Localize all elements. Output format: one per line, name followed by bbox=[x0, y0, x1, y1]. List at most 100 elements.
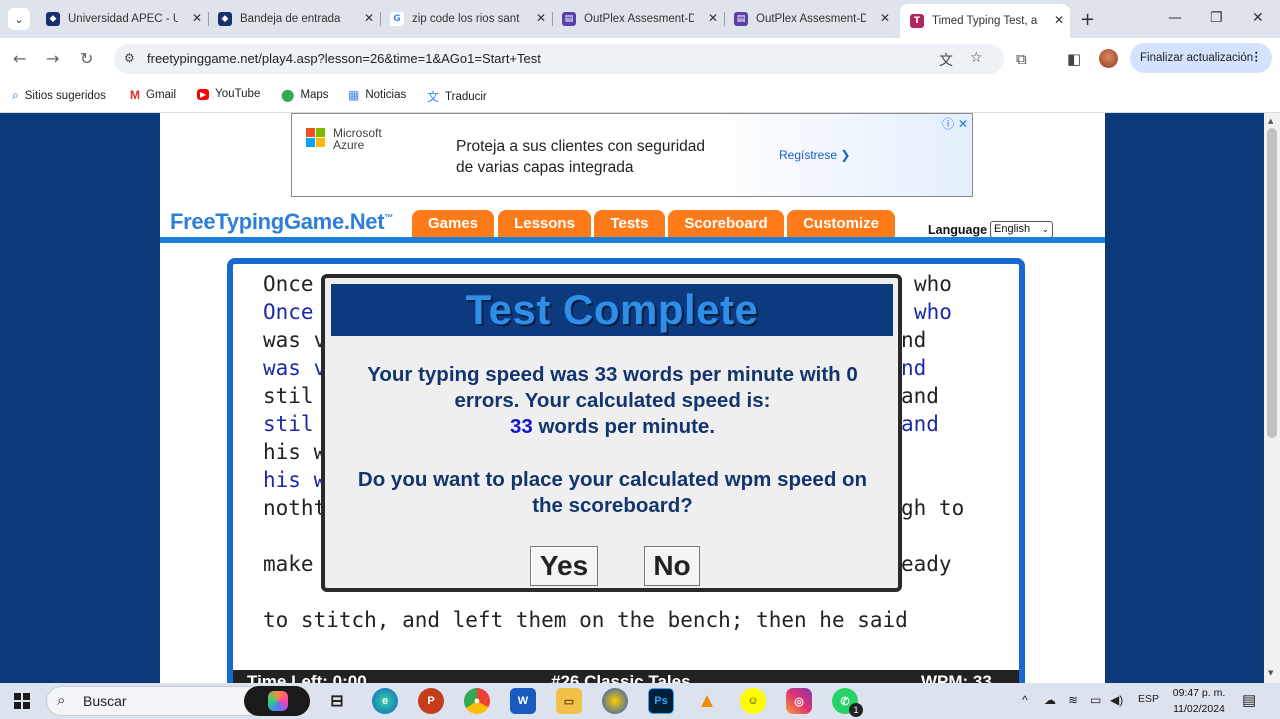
bookmark-star-icon[interactable]: ☆ bbox=[970, 50, 983, 66]
onedrive-cloud-icon[interactable]: ☁ bbox=[1044, 693, 1056, 707]
status-bar: Time Left: 0:00 #26 Classic Tales WPM: 3… bbox=[233, 670, 1019, 683]
time-left: Time Left: 0:00 bbox=[247, 672, 367, 683]
bookmark-maps[interactable]: ⬤ Maps bbox=[281, 88, 329, 102]
site-settings-icon[interactable]: ⚙ bbox=[124, 51, 135, 65]
restore-icon[interactable]: ❐ bbox=[1210, 10, 1223, 26]
calculated-wpm: 33 bbox=[509, 415, 533, 438]
yes-button[interactable]: Yes bbox=[530, 546, 598, 586]
typed-line: Once bbox=[263, 300, 314, 324]
snapchat-icon[interactable]: ☺ bbox=[740, 688, 766, 714]
nav-games[interactable]: Games bbox=[412, 210, 494, 237]
task-view-icon[interactable]: ⊟ bbox=[324, 688, 350, 714]
taskbar-clock[interactable]: 09:47 p. m. 11/02/2024 bbox=[1166, 685, 1232, 717]
chrome-icon[interactable]: ● bbox=[464, 688, 490, 714]
wifi-icon[interactable]: ≋ bbox=[1068, 693, 1078, 707]
typed-line: his w bbox=[263, 468, 327, 492]
tab-search-button[interactable]: ⌄ bbox=[8, 8, 30, 30]
microsoft-logo-icon bbox=[306, 128, 326, 148]
no-button[interactable]: No bbox=[644, 546, 700, 586]
powerpoint-icon[interactable]: P bbox=[418, 688, 444, 714]
typing-line: stil bbox=[263, 384, 314, 408]
edge-icon[interactable]: e bbox=[372, 688, 398, 714]
tab-strip: ⌄ ◆ Universidad APEC - U ✕ ◆ Bandeja de … bbox=[0, 0, 1280, 38]
app-icon[interactable] bbox=[602, 688, 628, 714]
nav-scoreboard[interactable]: Scoreboard bbox=[668, 210, 784, 237]
site-logo[interactable]: FreeTypingGame.Net™ bbox=[170, 209, 393, 235]
volume-icon[interactable]: ◀) bbox=[1110, 693, 1123, 707]
minimize-icon[interactable]: — bbox=[1168, 10, 1182, 26]
azure-ad-banner[interactable]: Microsoft Azure Proteja a sus clientes c… bbox=[291, 113, 973, 197]
forms-icon: ▤ bbox=[562, 12, 576, 26]
tab-universidad-apec[interactable]: ◆ Universidad APEC - U ✕ bbox=[36, 6, 208, 32]
address-bar[interactable]: ⚙ freetypinggame.net/play4.asp?lesson=26… bbox=[114, 44, 1004, 74]
finish-update-button[interactable]: Finalizar actualización ⋮ bbox=[1130, 43, 1272, 73]
shield-icon: ◆ bbox=[46, 12, 60, 26]
vlc-icon[interactable]: ▲ bbox=[694, 688, 720, 714]
scrollbar-thumb[interactable] bbox=[1267, 128, 1277, 438]
notifications-icon[interactable]: ▤ bbox=[1242, 691, 1256, 709]
bookmark-sitios-sugeridos[interactable]: ⌕ Sitios sugeridos bbox=[12, 88, 106, 103]
close-icon[interactable]: ✕ bbox=[192, 11, 202, 25]
nav-customize[interactable]: Customize bbox=[787, 210, 895, 237]
bookmark-noticias[interactable]: ▦ Noticias bbox=[348, 88, 406, 102]
result-message: Your typing speed was 33 words per minut… bbox=[367, 363, 858, 438]
window-close-icon[interactable]: ✕ bbox=[1252, 10, 1264, 26]
bookmark-gmail[interactable]: M Gmail bbox=[130, 88, 176, 102]
gmail-icon: M bbox=[130, 88, 140, 102]
close-icon[interactable]: ✕ bbox=[708, 11, 718, 25]
bookmark-traducir[interactable]: 文 Traducir bbox=[427, 88, 487, 105]
typing-line: nd bbox=[901, 328, 927, 352]
tab-title: OutPlex Assesment-D bbox=[584, 13, 694, 25]
scroll-up-icon[interactable]: ▲ bbox=[1268, 117, 1273, 125]
scoreboard-question: Do you want to place your calculated wpm… bbox=[357, 468, 868, 517]
tab-title: OutPlex Assesment-D bbox=[756, 13, 866, 25]
news-icon: ▦ bbox=[348, 88, 360, 102]
close-icon[interactable]: ✕ bbox=[880, 11, 890, 25]
typed-line: nd bbox=[901, 356, 927, 380]
typed-line: stil bbox=[263, 412, 314, 436]
typing-line: who bbox=[914, 272, 952, 296]
reload-icon[interactable]: ↻ bbox=[80, 49, 93, 68]
tab-google-search[interactable]: G zip code los rios sant ✕ bbox=[380, 6, 552, 32]
maps-pin-icon: ⬤ bbox=[281, 88, 295, 102]
shield-icon: ◆ bbox=[218, 12, 232, 26]
instagram-icon[interactable]: ◎ bbox=[786, 688, 812, 714]
tab-timed-typing-test[interactable]: T Timed Typing Test, a ✕ bbox=[900, 4, 1070, 38]
close-icon[interactable]: ✕ bbox=[364, 11, 374, 25]
language-label: Language bbox=[928, 223, 988, 237]
google-icon: G bbox=[390, 12, 404, 26]
tab-outplex-1[interactable]: ▤ OutPlex Assesment-D ✕ bbox=[552, 6, 724, 32]
close-icon[interactable]: ✕ bbox=[536, 11, 546, 25]
windows-start-icon[interactable] bbox=[14, 693, 30, 709]
photoshop-icon[interactable]: Ps bbox=[648, 688, 674, 714]
tab-title: Bandeja de entrada bbox=[240, 13, 341, 25]
nav-tests[interactable]: Tests bbox=[594, 210, 665, 237]
copilot-button[interactable] bbox=[244, 686, 310, 716]
more-menu-icon[interactable]: ⋮ bbox=[1251, 49, 1263, 63]
side-panel-icon[interactable]: ◧ bbox=[1067, 50, 1081, 68]
bookmark-label: Gmail bbox=[146, 89, 177, 101]
tab-outplex-2[interactable]: ▤ OutPlex Assesment-D ✕ bbox=[724, 6, 896, 32]
close-icon[interactable]: ✕ bbox=[1054, 13, 1064, 27]
nav-lessons[interactable]: Lessons bbox=[498, 210, 591, 237]
extensions-puzzle-icon[interactable]: ⧉ bbox=[1016, 50, 1027, 68]
file-explorer-icon[interactable]: ▭ bbox=[556, 688, 582, 714]
language-select[interactable]: English ⌄ bbox=[990, 221, 1053, 238]
scroll-down-icon[interactable]: ▼ bbox=[1268, 669, 1273, 677]
typing-line: notht bbox=[263, 496, 327, 520]
ad-close-icon[interactable]: ⓘ ✕ bbox=[942, 115, 968, 132]
profile-avatar[interactable] bbox=[1099, 49, 1118, 68]
tray-chevron-up-icon[interactable]: ^ bbox=[1022, 693, 1028, 707]
back-arrow-icon[interactable]: ← bbox=[13, 49, 26, 68]
battery-icon[interactable]: ▭ bbox=[1090, 693, 1101, 707]
translate-page-icon[interactable]: 文 bbox=[939, 50, 953, 70]
page-scrollbar[interactable]: ▲ ▼ bbox=[1264, 113, 1280, 683]
keyboard-language[interactable]: ESP bbox=[1138, 693, 1159, 705]
bookmark-youtube[interactable]: ▶ YouTube bbox=[197, 88, 260, 100]
tab-bandeja-de-entrada[interactable]: ◆ Bandeja de entrada ✕ bbox=[208, 6, 380, 32]
ad-register-link[interactable]: Regístrese ❯ bbox=[779, 148, 850, 162]
word-icon[interactable]: W bbox=[510, 688, 536, 714]
new-tab-plus-icon[interactable]: + bbox=[1080, 9, 1095, 30]
forward-arrow-icon[interactable]: → bbox=[46, 49, 59, 68]
youtube-icon: ▶ bbox=[197, 88, 210, 100]
